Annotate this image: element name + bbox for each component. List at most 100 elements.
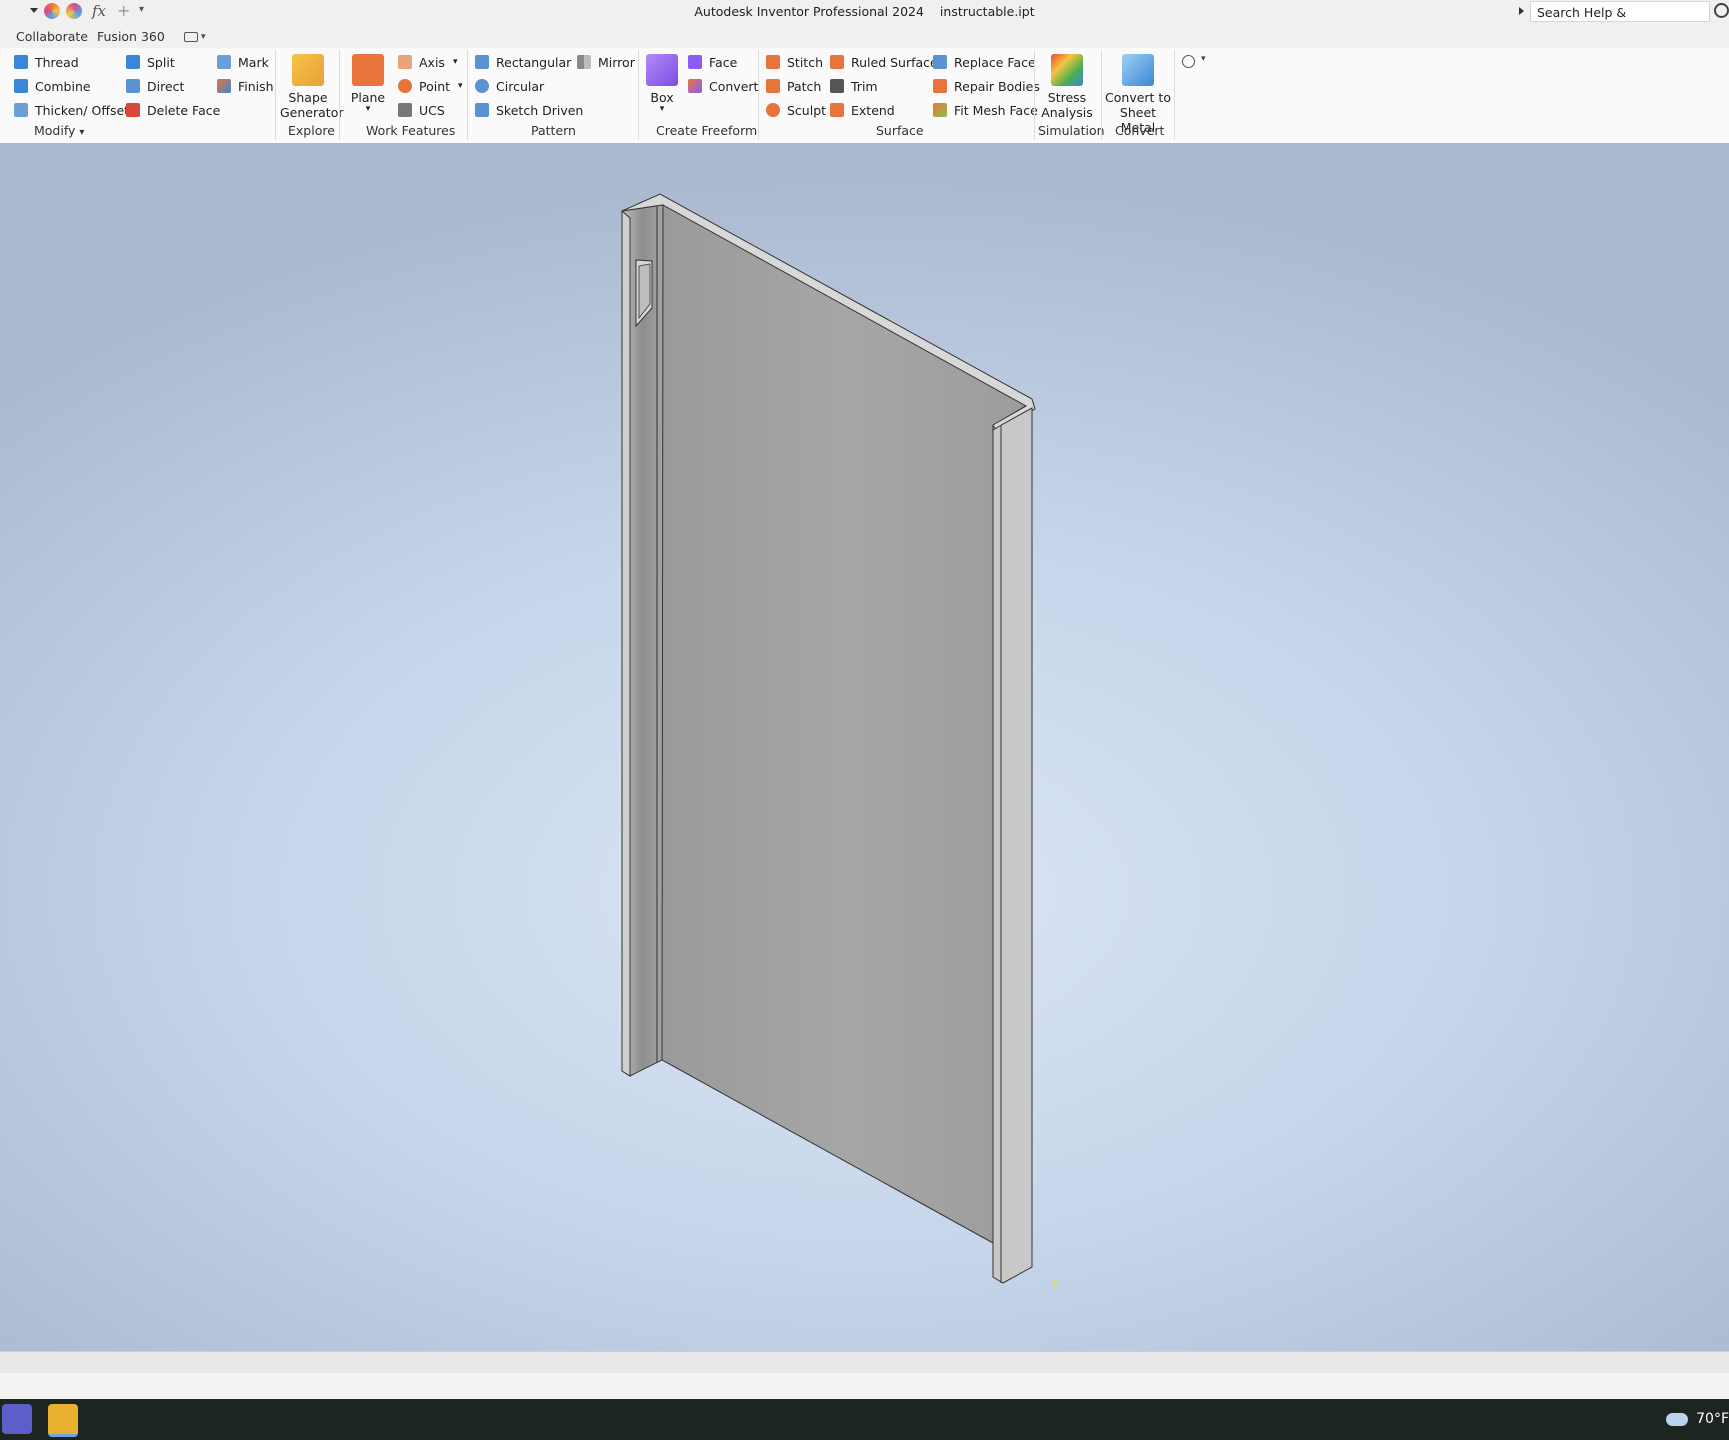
finish-button[interactable]: Finish: [217, 76, 274, 96]
finish-icon: [217, 79, 231, 93]
combine-button[interactable]: Combine: [14, 76, 91, 96]
point-dropdown-icon[interactable]: ▾: [458, 81, 463, 91]
title-bar: fx + ▾ Autodesk Inventor Professional 20…: [0, 0, 1729, 24]
ruled-surface-icon: [830, 55, 844, 69]
ucs-button[interactable]: UCS: [398, 100, 445, 120]
circular-pattern-button[interactable]: Circular: [475, 76, 544, 96]
modify-dropdown-icon[interactable]: ▾: [79, 127, 84, 138]
extend-icon: [830, 103, 844, 117]
rectangular-pattern-button[interactable]: Rectangular: [475, 52, 571, 72]
ucs-icon: [398, 103, 412, 117]
left-flange-edge[interactable]: [622, 211, 630, 1076]
box-dropdown-icon[interactable]: ▾: [645, 105, 679, 113]
trim-icon: [830, 79, 844, 93]
point-button[interactable]: Point▾: [398, 76, 463, 96]
ribbon-separator: [638, 50, 639, 140]
patch-icon: [766, 79, 780, 93]
tab-fusion-360[interactable]: Fusion 360: [97, 29, 165, 44]
fit-mesh-face-icon: [933, 103, 947, 117]
thicken-offset-button[interactable]: Thicken/ Offset: [14, 100, 129, 120]
cloud-icon: [1666, 1413, 1688, 1426]
axis-icon: [398, 55, 412, 69]
freeform-face-button[interactable]: Face: [688, 52, 737, 72]
sheet-metal-part-model[interactable]: [0, 143, 1729, 1351]
ribbon-separator: [758, 50, 759, 140]
stitch-button[interactable]: Stitch: [766, 52, 823, 72]
ribbon-display-dropdown-icon[interactable]: ▾: [201, 32, 206, 42]
work-features-panel-label: Work Features: [366, 123, 455, 138]
freeform-convert-button[interactable]: Convert: [688, 76, 758, 96]
trim-button[interactable]: Trim: [830, 76, 878, 96]
search-icon[interactable]: [1714, 3, 1729, 18]
ruled-surface-button[interactable]: Ruled Surface: [830, 52, 938, 72]
ribbon-separator: [339, 50, 340, 140]
weather-widget[interactable]: 70°F: [1666, 1411, 1729, 1427]
create-freeform-panel-label: Create Freeform: [656, 123, 757, 138]
repair-bodies-button[interactable]: Repair Bodies: [933, 76, 1040, 96]
shape-generator-icon: [292, 54, 324, 86]
freeform-face-icon: [688, 55, 702, 69]
shape-generator-button[interactable]: Shape Generator: [280, 54, 336, 120]
repair-bodies-icon: [933, 79, 947, 93]
mirror-button[interactable]: Mirror: [577, 52, 635, 72]
patch-button[interactable]: Patch: [766, 76, 821, 96]
ribbon-separator: [1101, 50, 1102, 140]
pattern-panel-label: Pattern: [531, 123, 576, 138]
sculpt-icon: [766, 103, 780, 117]
split-button[interactable]: Split: [126, 52, 175, 72]
sketch-driven-pattern-button[interactable]: Sketch Driven: [475, 100, 583, 120]
stress-analysis-icon: [1051, 54, 1083, 86]
explore-panel-label: Explore: [288, 123, 335, 138]
ribbon-display-toggle-icon[interactable]: [184, 32, 198, 42]
ribbon-options-icon[interactable]: [1182, 55, 1195, 68]
thread-button[interactable]: Thread: [14, 52, 79, 72]
graphics-viewport[interactable]: [0, 143, 1729, 1351]
tab-collaborate[interactable]: Collaborate: [16, 29, 88, 44]
plane-button[interactable]: Plane ▾: [346, 54, 390, 113]
app-title: Autodesk Inventor Professional 2024: [694, 4, 924, 19]
axis-dropdown-icon[interactable]: ▾: [453, 57, 458, 67]
windows-taskbar: 70°F: [0, 1399, 1729, 1440]
axis-button[interactable]: Axis▾: [398, 52, 457, 72]
search-input[interactable]: Search Help & Commands...: [1530, 1, 1710, 22]
ribbon: Thread Combine Thicken/ Offset Split Dir…: [0, 48, 1729, 144]
weather-temperature: 70°F: [1696, 1411, 1729, 1427]
ribbon-separator: [467, 50, 468, 140]
stitch-icon: [766, 55, 780, 69]
fit-mesh-face-button[interactable]: Fit Mesh Face: [933, 100, 1038, 120]
extend-button[interactable]: Extend: [830, 100, 895, 120]
ribbon-separator: [275, 50, 276, 140]
plane-dropdown-icon[interactable]: ▾: [346, 105, 390, 113]
replace-face-icon: [933, 55, 947, 69]
ribbon-options-dropdown-icon[interactable]: ▾: [1201, 54, 1206, 64]
modify-panel-label[interactable]: Modify ▾: [34, 123, 84, 138]
status-bar-lower: [0, 1373, 1729, 1399]
mark-icon: [217, 55, 231, 69]
circular-pattern-icon: [475, 79, 489, 93]
search-expand-icon[interactable]: [1519, 7, 1524, 15]
replace-face-button[interactable]: Replace Face: [933, 52, 1036, 72]
mark-button[interactable]: Mark: [217, 52, 269, 72]
ribbon-separator: [1174, 50, 1175, 140]
ribbon-tab-row: Collaborate Fusion 360 ▾: [0, 24, 1729, 48]
teams-app-icon[interactable]: [2, 1404, 32, 1434]
right-flange-face[interactable]: [993, 408, 1032, 1283]
thread-icon: [14, 55, 28, 69]
box-button[interactable]: Box ▾: [645, 54, 679, 113]
split-icon: [126, 55, 140, 69]
file-name: instructable.ipt: [940, 4, 1035, 19]
status-bar: [0, 1351, 1729, 1374]
convert-to-sheet-metal-icon: [1122, 54, 1154, 86]
direct-button[interactable]: Direct: [126, 76, 184, 96]
box-icon: [646, 54, 678, 86]
sculpt-button[interactable]: Sculpt: [766, 100, 826, 120]
stress-analysis-button[interactable]: Stress Analysis: [1038, 54, 1096, 120]
web-face[interactable]: [662, 200, 1032, 1243]
freeform-convert-icon: [688, 79, 702, 93]
delete-face-button[interactable]: Delete Face: [126, 100, 220, 120]
origin-point-marker: [1053, 1282, 1057, 1286]
sketch-driven-pattern-icon: [475, 103, 489, 117]
inventor-app-icon[interactable]: [48, 1404, 78, 1437]
ribbon-separator: [1034, 50, 1035, 140]
direct-icon: [126, 79, 140, 93]
